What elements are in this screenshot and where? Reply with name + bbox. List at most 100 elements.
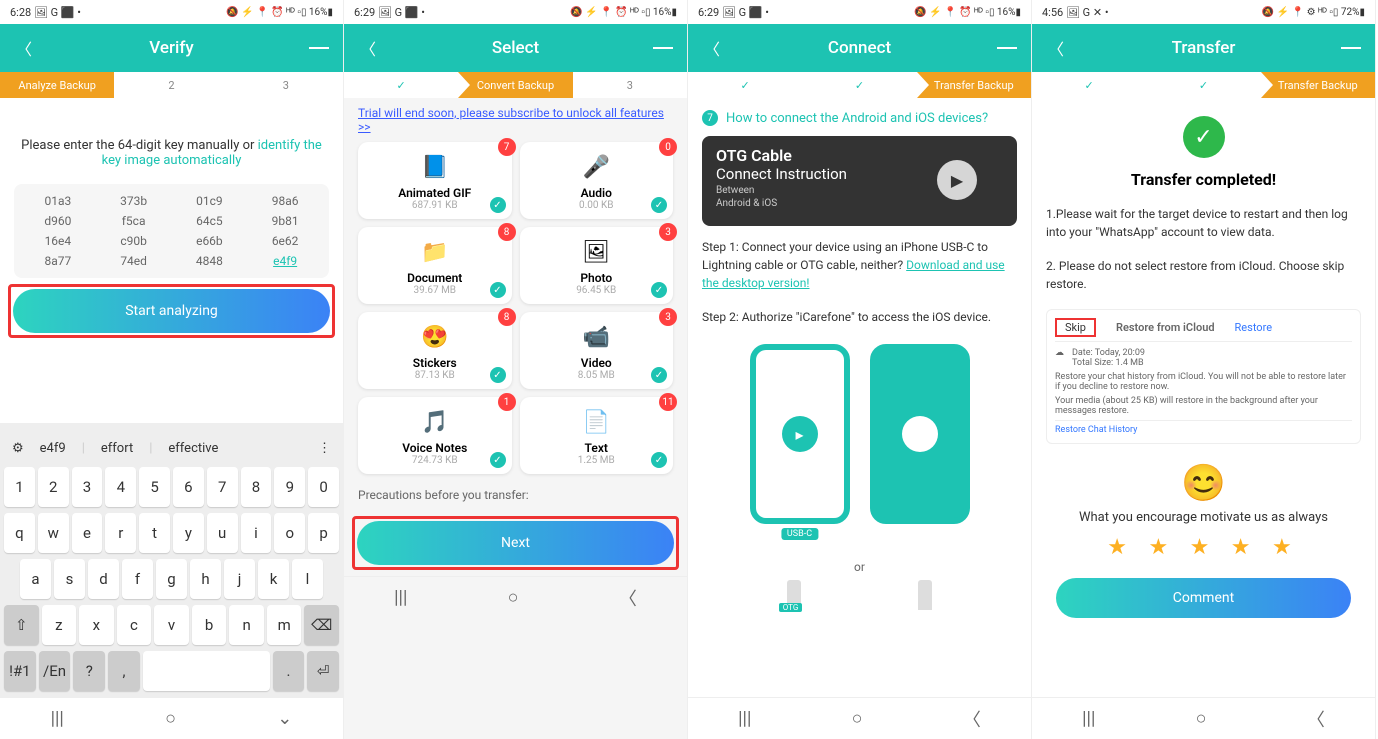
keyboard-key[interactable]: i bbox=[241, 513, 272, 553]
keyboard-key[interactable]: c bbox=[117, 605, 152, 645]
keyboard-key[interactable]: ⇧ bbox=[4, 605, 39, 645]
step-2: ✓ bbox=[802, 72, 916, 98]
keyboard-key[interactable]: 6 bbox=[173, 467, 204, 507]
keyboard-key[interactable]: 4 bbox=[105, 467, 136, 507]
keyboard-key[interactable]: . bbox=[273, 651, 305, 691]
media-card[interactable]: 7 📘 Animated GIF 687.91 KB ✓ bbox=[358, 142, 512, 219]
recent-apps-icon[interactable]: ||| bbox=[51, 708, 64, 729]
home-icon[interactable]: ○ bbox=[1196, 708, 1207, 729]
suggestion[interactable]: effort bbox=[101, 441, 133, 456]
media-card[interactable]: 1 🎵 Voice Notes 724.73 KB ✓ bbox=[358, 397, 512, 474]
keyboard-key[interactable] bbox=[143, 651, 270, 691]
back-icon[interactable]: 〈 bbox=[358, 38, 378, 58]
keyboard-key[interactable]: d bbox=[88, 559, 119, 599]
keyboard-key[interactable]: r bbox=[105, 513, 136, 553]
keyboard-key[interactable]: 2 bbox=[38, 467, 69, 507]
keyboard-key[interactable]: o bbox=[274, 513, 305, 553]
keyboard-key[interactable]: l bbox=[292, 559, 323, 599]
trial-banner-link[interactable]: Trial will end soon, please subscribe to… bbox=[344, 98, 687, 142]
keyboard-key[interactable]: x bbox=[79, 605, 114, 645]
menu-icon[interactable] bbox=[997, 38, 1017, 58]
keyboard-key[interactable]: 9 bbox=[274, 467, 305, 507]
rating-prompt: 😊 What you encourage motivate us as alwa… bbox=[1032, 452, 1375, 570]
keyboard-key[interactable]: k bbox=[258, 559, 289, 599]
video-tutorial[interactable]: OTG Cable Connect Instruction Between An… bbox=[702, 136, 1017, 226]
keyboard-key[interactable]: y bbox=[173, 513, 204, 553]
keyboard-key[interactable]: ⌫ bbox=[304, 605, 339, 645]
back-nav-icon[interactable]: ⌄ bbox=[277, 708, 292, 729]
media-card[interactable]: 8 📁 Document 39.67 MB ✓ bbox=[358, 227, 512, 304]
media-icon: 📄 bbox=[526, 407, 668, 437]
key-input-grid[interactable]: 01a3373b01c998a6 d960f5ca64c59b81 16e4c9… bbox=[14, 184, 329, 278]
keyboard-key[interactable]: 5 bbox=[139, 467, 170, 507]
keyboard-key[interactable]: h bbox=[190, 559, 221, 599]
back-icon[interactable]: 〈 bbox=[14, 38, 34, 58]
progress-steps: ✓ Convert Backup 3 bbox=[344, 72, 687, 98]
keyboard-key[interactable]: 8 bbox=[241, 467, 272, 507]
status-bar: 6:29 🖼 G ⬛ • 🔕 ⚡ 📍 ⏰ ᴴᴰ ▫▯ 16%▮ bbox=[344, 0, 687, 24]
step-1: Analyze Backup bbox=[0, 72, 114, 98]
keyboard-key[interactable]: 7 bbox=[207, 467, 238, 507]
media-card[interactable]: 11 📄 Text 1.25 MB ✓ bbox=[520, 397, 674, 474]
menu-icon[interactable] bbox=[309, 38, 329, 58]
recent-apps-icon[interactable]: ||| bbox=[738, 708, 751, 729]
media-card[interactable]: 3 🖼 Photo 96.45 KB ✓ bbox=[520, 227, 674, 304]
keyboard-key[interactable]: e bbox=[72, 513, 103, 553]
keyboard-key[interactable]: n bbox=[229, 605, 264, 645]
keyboard-key[interactable]: m bbox=[267, 605, 302, 645]
media-icon: 😍 bbox=[364, 322, 506, 352]
keyboard-key[interactable]: ⏎ bbox=[307, 651, 339, 691]
count-badge: 0 bbox=[659, 138, 677, 156]
start-analyzing-button[interactable]: Start analyzing bbox=[13, 289, 330, 333]
back-nav-icon[interactable]: 〈 bbox=[1307, 706, 1325, 732]
recent-apps-icon[interactable]: ||| bbox=[394, 587, 407, 608]
back-nav-icon[interactable]: 〈 bbox=[963, 706, 981, 732]
play-icon[interactable]: ▶ bbox=[937, 160, 977, 200]
comment-button[interactable]: Comment bbox=[1056, 578, 1351, 618]
keyboard-key[interactable]: p bbox=[308, 513, 339, 553]
precautions-label: Precautions before you transfer: bbox=[344, 474, 687, 516]
keyboard-key[interactable]: b bbox=[192, 605, 227, 645]
menu-icon[interactable] bbox=[653, 38, 673, 58]
keyboard-key[interactable]: 1 bbox=[4, 467, 35, 507]
keyboard-key[interactable]: z bbox=[42, 605, 77, 645]
keyboard-key[interactable]: v bbox=[154, 605, 189, 645]
keyboard-key[interactable]: a bbox=[20, 559, 51, 599]
keyboard-key[interactable]: q bbox=[4, 513, 35, 553]
back-nav-icon[interactable]: 〈 bbox=[619, 585, 637, 611]
keyboard-key[interactable]: 0 bbox=[308, 467, 339, 507]
status-bar: 4:56 🖼 G ✕ • 🔕 ⚡ 📍 ⚙ ᴴᴰ ▫▯ 72%▮ bbox=[1032, 0, 1375, 24]
keyboard-key[interactable]: w bbox=[38, 513, 69, 553]
suggestion[interactable]: e4f9 bbox=[40, 441, 66, 456]
star-rating[interactable]: ★ ★ ★ ★ ★ bbox=[1042, 535, 1365, 560]
keyboard-key[interactable]: /En bbox=[39, 651, 71, 691]
skip-button-highlight: Skip bbox=[1055, 318, 1096, 337]
keyboard-key[interactable]: ? bbox=[73, 651, 105, 691]
media-card[interactable]: 3 📹 Video 8.05 MB ✓ bbox=[520, 312, 674, 389]
home-icon[interactable]: ○ bbox=[852, 708, 863, 729]
step-1: ✓ bbox=[688, 72, 802, 98]
keyboard-key[interactable]: f bbox=[122, 559, 153, 599]
keyboard-key[interactable]: !#1 bbox=[4, 651, 36, 691]
back-icon[interactable]: 〈 bbox=[1046, 38, 1066, 58]
back-icon[interactable]: 〈 bbox=[702, 38, 722, 58]
count-badge: 3 bbox=[659, 308, 677, 326]
keyboard-key[interactable]: g bbox=[156, 559, 187, 599]
app-header: 〈 Verify bbox=[0, 24, 343, 72]
recent-apps-icon[interactable]: ||| bbox=[1082, 708, 1095, 729]
menu-icon[interactable] bbox=[1341, 38, 1361, 58]
media-card[interactable]: 0 🎤 Audio 0.00 KB ✓ bbox=[520, 142, 674, 219]
keyboard-key[interactable]: j bbox=[224, 559, 255, 599]
home-icon[interactable]: ○ bbox=[165, 708, 176, 729]
home-icon[interactable]: ○ bbox=[508, 587, 519, 608]
next-button[interactable]: Next bbox=[357, 521, 674, 565]
keyboard-key[interactable]: s bbox=[54, 559, 85, 599]
keyboard-key[interactable]: 3 bbox=[72, 467, 103, 507]
help-question[interactable]: 7 How to connect the Android and iOS dev… bbox=[688, 98, 1031, 132]
keyboard-key[interactable]: t bbox=[139, 513, 170, 553]
media-size: 8.05 MB bbox=[526, 370, 668, 381]
keyboard-key[interactable]: u bbox=[207, 513, 238, 553]
media-card[interactable]: 8 😍 Stickers 87.13 KB ✓ bbox=[358, 312, 512, 389]
keyboard-key[interactable]: , bbox=[108, 651, 140, 691]
suggestion[interactable]: effective bbox=[168, 441, 218, 456]
